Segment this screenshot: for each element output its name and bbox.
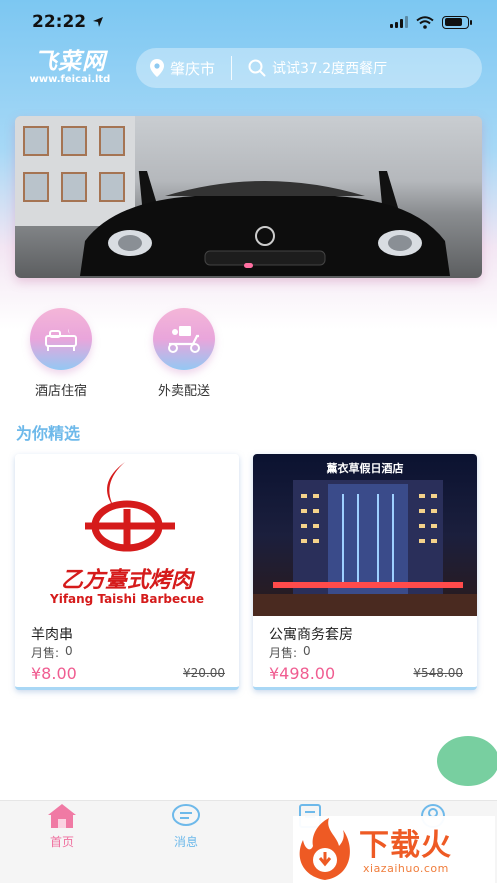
bed-icon — [45, 328, 77, 351]
category-delivery[interactable]: 外卖配送 — [144, 308, 224, 399]
sales-count: 0 — [65, 644, 73, 658]
location-pin-icon — [150, 59, 164, 77]
logo: 飞菜网 www.feicai.ltd — [14, 50, 126, 86]
hotel-icon-circle — [30, 308, 92, 370]
product-original-price: ¥548.00 — [413, 666, 463, 680]
status-bar: 22:22 — [0, 0, 497, 44]
floating-action-button[interactable] — [437, 736, 497, 786]
restaurant-name-image-text: 乙方臺式烤肉 — [60, 568, 193, 593]
message-icon — [172, 804, 200, 826]
hotel-sign-image-text: 薰衣草假日酒店 — [326, 462, 404, 475]
delivery-icon-circle — [153, 308, 215, 370]
tab-home[interactable]: 首页 — [17, 803, 107, 850]
product-card[interactable]: 薰衣草假日酒店 公寓商务套房 月售: 0 ¥498.00 ¥548.00 — [253, 454, 477, 690]
search-bar[interactable]: 肇庆市 试试37.2度西餐厅 — [136, 48, 482, 88]
sales-label: 月售: — [31, 646, 60, 660]
restaurant-subtitle-image-text: Yifang Taishi Barbecue — [50, 592, 204, 606]
search-input[interactable]: 试试37.2度西餐厅 — [248, 58, 387, 78]
product-name: 公寓商务套房 — [269, 627, 353, 643]
product-sales: 月售: 0 — [31, 644, 73, 661]
delivery-scooter-icon — [168, 326, 200, 353]
category-label: 外卖配送 — [157, 384, 210, 399]
product-image: 薰衣草假日酒店 — [253, 454, 477, 616]
wifi-icon — [416, 15, 434, 29]
sales-label: 月售: — [269, 646, 298, 660]
tab-messages[interactable]: 消息 — [141, 803, 231, 850]
product-image: 乙方臺式烤肉 Yifang Taishi Barbecue — [15, 454, 239, 616]
product-name: 羊肉串 — [31, 627, 73, 643]
watermark: 下载火 xiazaihuo.com — [293, 816, 495, 883]
tab-label: 消息 — [173, 835, 198, 849]
search-placeholder: 试试37.2度西餐厅 — [272, 61, 388, 77]
product-original-price: ¥20.00 — [183, 666, 225, 680]
category-label: 酒店住宿 — [34, 384, 87, 399]
signal-icon — [390, 16, 408, 28]
product-price: ¥498.00 — [269, 664, 336, 683]
promo-banner[interactable] — [15, 116, 482, 278]
app-header: 飞菜网 www.feicai.ltd 肇庆市 试试37.2度西餐厅 — [0, 46, 497, 90]
location-text: 肇庆市 — [170, 59, 216, 78]
home-icon — [48, 804, 76, 828]
product-price: ¥8.00 — [31, 664, 77, 683]
banner-indicator-dot[interactable] — [244, 263, 253, 268]
sales-count: 0 — [303, 644, 311, 658]
status-time: 22:22 — [32, 12, 104, 32]
search-icon — [248, 59, 266, 77]
product-card[interactable]: 乙方臺式烤肉 Yifang Taishi Barbecue 羊肉串 月售: 0 … — [15, 454, 239, 690]
battery-icon — [442, 15, 472, 29]
tab-label: 首页 — [49, 835, 74, 849]
logo-url: www.feicai.ltd — [29, 74, 111, 85]
watermark-url: xiazaihuo.com — [363, 862, 449, 875]
section-title: 为你精选 — [16, 424, 81, 443]
product-sales: 月售: 0 — [269, 644, 311, 661]
location-arrow-icon — [93, 17, 104, 27]
watermark-title: 下载火 — [359, 828, 452, 863]
category-hotel[interactable]: 酒店住宿 — [21, 308, 101, 399]
logo-text: 飞菜网 — [34, 49, 106, 75]
search-divider — [231, 56, 233, 80]
hotel-building-image — [253, 480, 477, 616]
location-selector[interactable]: 肇庆市 — [150, 58, 215, 79]
time-text: 22:22 — [32, 12, 87, 32]
flame-logo-icon — [299, 818, 350, 880]
banner-car-image — [80, 171, 450, 276]
